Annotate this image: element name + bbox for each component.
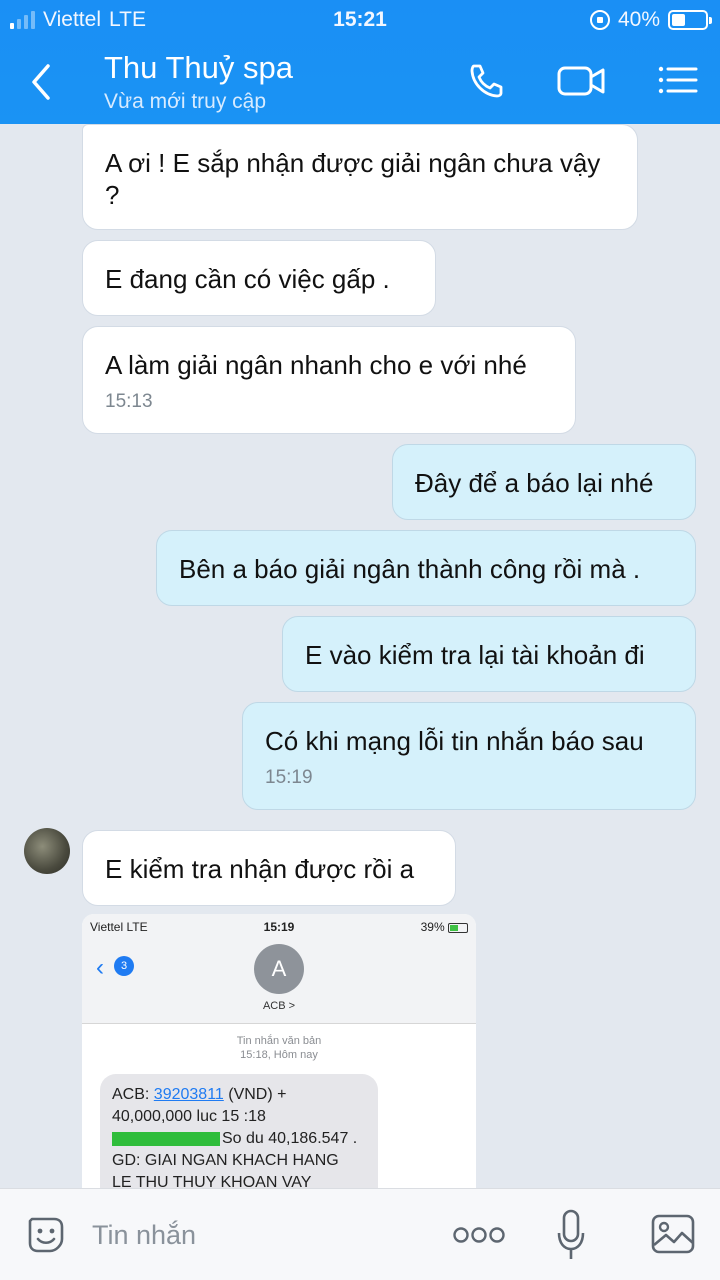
redaction-mark	[112, 1131, 220, 1146]
composer-bar	[0, 1188, 720, 1280]
shared-screenshot-image[interactable]: Viettel LTE 15:19 39% ‹ 3 A ACB > Tin nh…	[82, 914, 476, 1188]
back-button[interactable]	[22, 60, 62, 104]
message-bubble[interactable]: Bên a báo giải ngân thành công rồi mà .	[156, 530, 696, 606]
message-bubble[interactable]: Có khi mạng lỗi tin nhắn báo sau 15:19	[242, 702, 696, 810]
message-bubble[interactable]: E đang cần có việc gấp .	[82, 240, 436, 316]
voice-message-button[interactable]	[556, 1207, 586, 1263]
more-options-button[interactable]	[452, 1223, 506, 1247]
mini-battery: 39%	[421, 920, 468, 934]
mini-meta-type: Tin nhắn văn bản	[236, 1035, 322, 1047]
sms-account-link: 39203811	[153, 1086, 224, 1103]
battery-percent: 40%	[617, 8, 660, 31]
status-right: 40%	[589, 8, 712, 32]
video-camera-icon	[557, 66, 605, 96]
mini-battery-icon	[448, 922, 468, 933]
send-image-button[interactable]	[650, 1211, 696, 1257]
sms-line-5: LE THU THUY KHOAN VAY	[112, 1174, 312, 1188]
mini-time: 15:19	[263, 920, 295, 934]
sms-balance: So du 40,186.547 .	[222, 1130, 358, 1147]
chevron-left-icon	[32, 64, 50, 100]
mini-contact-name: ACB >	[262, 1000, 296, 1012]
message-bubble[interactable]: A ơi ! E sắp nhận được giải ngân chưa vậ…	[82, 124, 638, 230]
chat-header: Viettel LTE 15:21 40% Thu Thuỷ spa Vừa m…	[0, 0, 720, 124]
mini-status-bar: Viettel LTE 15:19 39%	[82, 920, 476, 936]
message-bubble[interactable]: E vào kiểm tra lại tài khoản đi	[282, 616, 696, 692]
message-text: Bên a báo giải ngân thành công rồi mà .	[179, 554, 641, 584]
sms-line-3: So du 40,186.547 .	[112, 1128, 366, 1150]
mini-battery-percent: 39%	[420, 920, 445, 934]
image-icon	[651, 1214, 695, 1254]
list-menu-icon	[658, 66, 698, 94]
message-text: A ơi ! E sắp nhận được giải ngân chưa vậ…	[105, 148, 601, 210]
mini-contact-avatar: A	[254, 944, 304, 994]
sms-line-2: 40,000,000 luc 15 :18	[112, 1108, 266, 1125]
sms-after-account: (VND) +	[223, 1086, 287, 1103]
battery-icon	[668, 10, 712, 30]
mini-back-chevron-icon: ‹	[96, 954, 104, 981]
message-text: E kiểm tra nhận được rồi a	[105, 854, 415, 884]
emoji-button[interactable]	[24, 1213, 68, 1257]
message-text: E đang cần có việc gấp .	[105, 264, 390, 294]
status-bar: Viettel LTE 15:21 40%	[0, 0, 720, 40]
message-bubble[interactable]: A làm giải ngân nhanh cho e với nhé 15:1…	[82, 326, 576, 434]
sticker-smiley-icon	[28, 1217, 64, 1253]
video-call-button[interactable]	[556, 60, 605, 100]
sms-line-4: GD: GIAI NGAN KHACH HANG	[112, 1152, 339, 1169]
call-button[interactable]	[464, 60, 508, 100]
message-time: 15:13	[105, 391, 153, 412]
message-list[interactable]: A ơi ! E sắp nhận được giải ngân chưa vậ…	[0, 124, 720, 1188]
phone-icon	[470, 64, 503, 98]
message-text: Đây để a báo lại nhé	[415, 468, 654, 498]
message-bubble[interactable]: E kiểm tra nhận được rồi a	[82, 830, 456, 906]
message-bubble[interactable]: Đây để a báo lại nhé	[392, 444, 696, 520]
sms-line-1: ACB: 39203811 (VND) +	[112, 1084, 366, 1106]
message-time: 15:19	[265, 767, 313, 788]
microphone-icon	[557, 1209, 585, 1259]
more-dots-icon	[453, 1227, 505, 1243]
message-text: A làm giải ngân nhanh cho e với nhé	[105, 350, 527, 380]
sms-app-header: Viettel LTE 15:19 39% ‹ 3 A ACB >	[82, 914, 476, 1024]
contact-name[interactable]: Thu Thuỷ spa	[104, 50, 293, 86]
contact-avatar[interactable]	[24, 828, 70, 874]
message-text: Có khi mạng lỗi tin nhắn báo sau	[265, 726, 644, 756]
contact-status: Vừa mới truy cập	[104, 90, 267, 113]
sms-prefix: ACB:	[112, 1086, 154, 1103]
message-input[interactable]	[92, 1215, 422, 1255]
mini-meta-time: 15:18, Hôm nay	[240, 1049, 318, 1061]
orientation-lock-icon	[589, 10, 610, 30]
mini-message-meta: Tin nhắn văn bản 15:18, Hôm nay	[82, 1034, 476, 1062]
menu-button[interactable]	[656, 60, 700, 100]
sms-bubble: ACB: 39203811 (VND) + 40,000,000 luc 15 …	[100, 1074, 378, 1188]
message-text: E vào kiểm tra lại tài khoản đi	[305, 640, 645, 670]
mini-unread-badge: 3	[114, 956, 134, 976]
